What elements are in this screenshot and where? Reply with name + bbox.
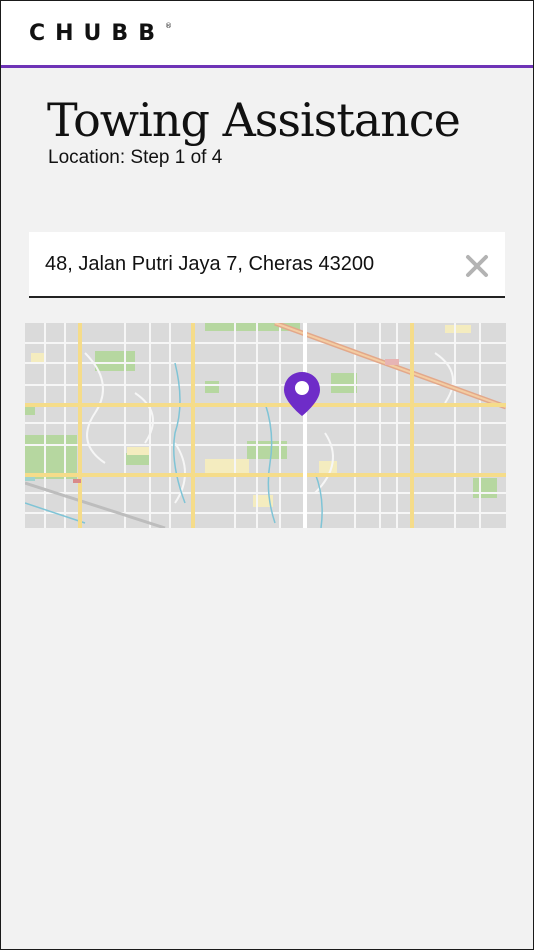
app-screen: CHUBB® Towing Assistance Location: Step … (0, 0, 534, 950)
location-field (29, 232, 505, 298)
location-input[interactable] (45, 244, 445, 284)
app-header: CHUBB® (1, 1, 533, 68)
brand-wordmark: CHUBB (29, 21, 165, 46)
clear-location-button[interactable] (463, 252, 491, 280)
brand-logo: CHUBB® (29, 21, 172, 46)
location-map[interactable] (25, 323, 506, 528)
map-tiles (25, 323, 506, 528)
step-indicator: Location: Step 1 of 4 (48, 147, 223, 168)
page-title: Towing Assistance (47, 93, 461, 147)
location-pin-icon[interactable] (283, 371, 321, 417)
trademark-symbol: ® (164, 21, 172, 30)
close-icon (466, 255, 488, 277)
